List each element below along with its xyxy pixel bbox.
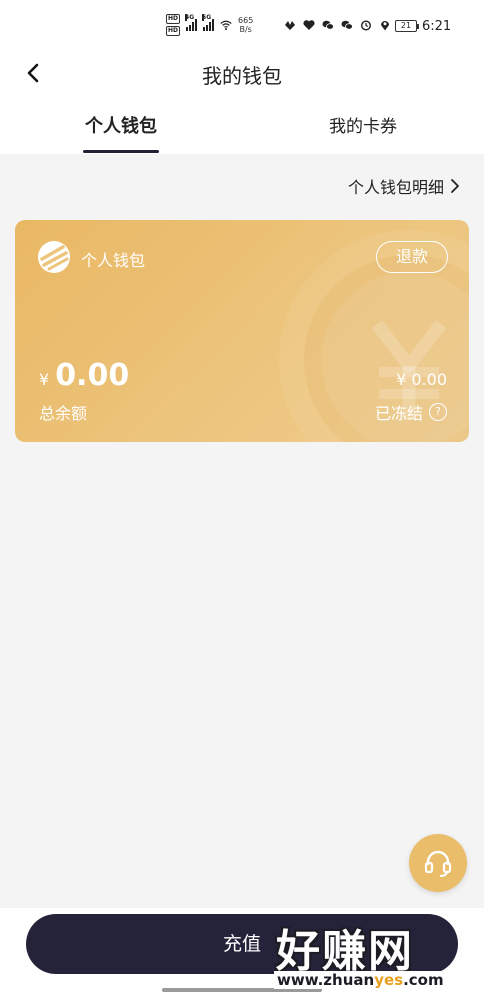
total-balance: ¥ 0.00 <box>39 358 129 393</box>
watermark-url-pre: www.zhuan <box>277 971 375 989</box>
balance-label: 总余额 <box>39 404 88 423</box>
hd-badge: HD <box>166 26 181 36</box>
frozen-amount: ¥ 0.00 <box>396 370 447 389</box>
wallet-card: 个人钱包 退款 ¥ 0.00 总余额 ¥ 0.00 已冻结 ? <box>15 220 469 442</box>
wifi-icon <box>220 20 232 31</box>
tab-my-coupons[interactable]: 我的卡券 <box>283 100 443 154</box>
status-left-group: HD HD 4G 5G 665 B/s <box>166 14 253 36</box>
watermark-title: 好赚网 <box>276 926 414 977</box>
wechat-icon <box>341 20 353 30</box>
wallet-detail-link[interactable]: 个人钱包明细 <box>348 174 460 198</box>
app-header: 我的钱包 <box>0 48 484 100</box>
tab-personal-wallet[interactable]: 个人钱包 <box>41 100 201 154</box>
net-4g-label: 4G <box>185 14 195 21</box>
customer-service-button[interactable] <box>409 834 467 892</box>
net-speed-value: 665 <box>238 16 254 25</box>
clock: 6:21 <box>422 19 452 34</box>
hd-badge: HD <box>166 14 181 24</box>
wallet-logo-icon <box>38 241 70 273</box>
tab-active-indicator <box>83 150 159 153</box>
refund-button[interactable]: 退款 <box>376 241 448 273</box>
frozen-label-row: 已冻结 ? <box>375 400 447 424</box>
alarm-icon <box>360 20 372 31</box>
headset-icon <box>424 850 452 877</box>
watermark-url-highlight: yes <box>374 971 404 989</box>
watermark-url: www.zhuanyes.com <box>274 971 447 989</box>
net-5g-label: 5G <box>202 14 212 21</box>
tab-bar: 个人钱包 我的卡券 <box>0 100 484 154</box>
chevron-right-icon <box>451 179 459 193</box>
balance-value: 0.00 <box>55 358 130 393</box>
wechat-icon <box>322 20 334 30</box>
signal-4g-icon: 4G <box>185 14 198 31</box>
wallet-card-title: 个人钱包 <box>81 251 146 270</box>
status-bar: HD HD 4G 5G 665 B/s 21 6:21 <box>0 0 484 48</box>
notification-icons <box>284 19 391 31</box>
net-speed: 665 B/s <box>238 16 253 34</box>
signal-5g-icon: 5G <box>202 14 215 31</box>
page-title: 我的钱包 <box>202 64 282 88</box>
location-icon <box>381 21 389 31</box>
net-speed-unit: B/s <box>239 25 252 34</box>
site-watermark: 好赚网 www.zhuanyes.com <box>270 915 470 997</box>
help-icon[interactable]: ? <box>429 403 447 421</box>
currency-symbol: ¥ <box>39 370 50 389</box>
hd-indicators: HD HD <box>166 14 181 36</box>
wallet-detail-label: 个人钱包明细 <box>347 178 444 197</box>
battery-icon: 21 <box>395 20 419 32</box>
watermark-url-post: .com <box>403 971 444 989</box>
health-icon <box>285 21 295 30</box>
frozen-label: 已冻结 <box>374 404 423 423</box>
heart-icon <box>303 20 315 30</box>
